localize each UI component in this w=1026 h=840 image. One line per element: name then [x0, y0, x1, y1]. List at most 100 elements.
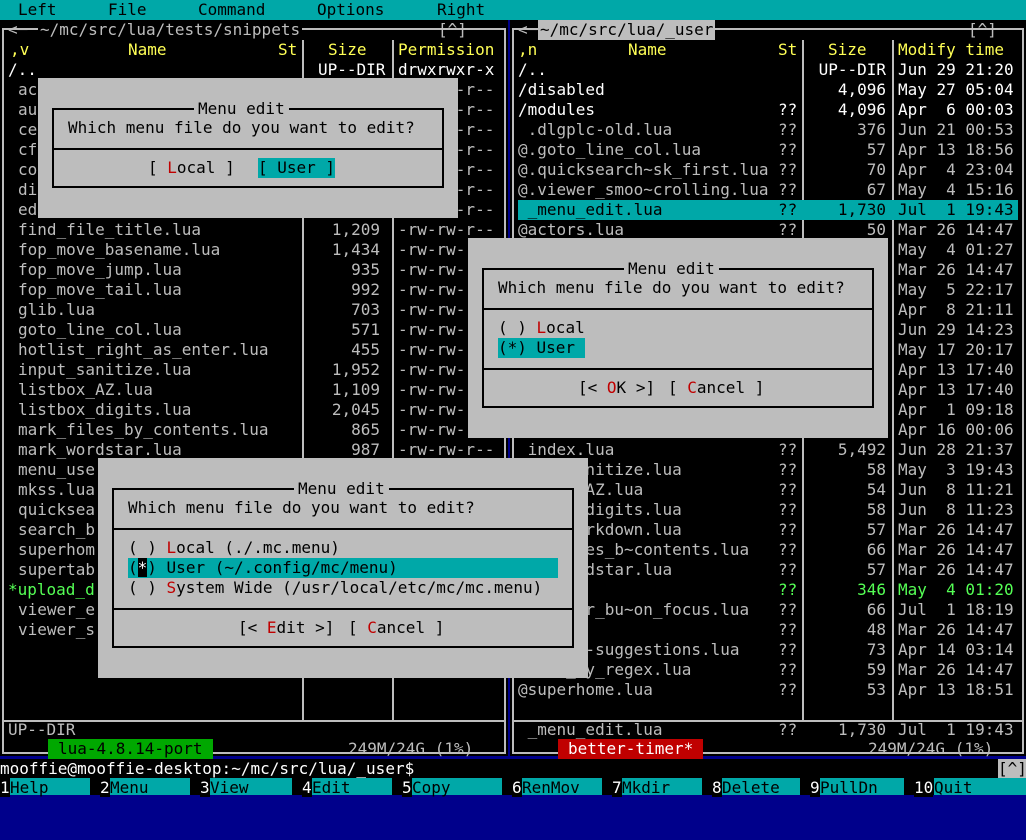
right-file-mtime: Apr 13 18:51: [898, 680, 1014, 699]
right-file-row[interactable]: @.quicksearch~sk_first.lua?? 70 Apr 4 23:0…: [518, 160, 1018, 180]
menu-right[interactable]: Right: [437, 0, 485, 20]
right-panel-arrows[interactable]: <─: [518, 20, 537, 40]
dialog3-radio-local[interactable]: ( ) Local (./.mc.menu): [128, 538, 340, 558]
right-file-row[interactable]: ?? 346 May 4 01:20: [518, 580, 1018, 600]
dialog3-radio-user[interactable]: (*) User (~/.config/mc/menu): [128, 558, 558, 578]
left-sort-indicator[interactable]: ,v: [10, 40, 29, 60]
right-col-st[interactable]: St: [778, 40, 797, 60]
dialog2-ok-button[interactable]: [< OK >]: [578, 378, 655, 398]
menu-left[interactable]: Left: [18, 0, 57, 20]
dialog3-radio-user-close: ): [147, 558, 167, 577]
left-file-name: *upload_d: [8, 580, 95, 599]
dialog2-ok-rest: K >]: [616, 378, 656, 397]
dialog1-local-button[interactable]: [ Local ]: [148, 158, 235, 178]
fkey-view[interactable]: 3 View: [200, 778, 292, 797]
right-file-row[interactable]: markdown.lua?? 57 Mar 26 14:47: [518, 520, 1018, 540]
left-col-name[interactable]: Name: [128, 40, 167, 60]
left-file-row[interactable]: goto_line_col.lua 571 -rw-rw-: [18, 320, 498, 340]
right-file-mtime: Jun 29 14:23: [898, 320, 1014, 339]
dialog3-cancel-pre: [: [348, 618, 368, 637]
dialog1-user-button[interactable]: [ User ]: [258, 158, 336, 178]
right-file-row[interactable]: ua??48Mar 26 14:47: [518, 620, 1018, 640]
dialog2-ok-pre: [<: [578, 378, 607, 397]
left-file-row[interactable]: fop_move_jump.lua 935 -rw-rw-: [18, 260, 498, 280]
right-file-row[interactable]: @actors.lua?? 50 Mar 26 14:47: [518, 220, 1018, 240]
right-file-row[interactable]: /disabled 4,096 May 27 05:04: [518, 80, 1018, 100]
dialog3-cancel-button[interactable]: [ Cancel ]: [348, 618, 444, 638]
right-col-name[interactable]: Name: [628, 40, 667, 60]
right-file-row[interactable]: @.viewer_smoo~crolling.lua?? 67 May 4 15:1…: [518, 180, 1018, 200]
right-col-mtime[interactable]: Modify time: [898, 40, 1004, 60]
left-file-row[interactable]: fop_move_basename.lua 1,434 -rw-rw-: [18, 240, 498, 260]
left-file-name: viewer_s: [18, 620, 96, 639]
left-file-row[interactable]: find_file_title.lua 1,209 -rw-rw-r--: [18, 220, 498, 240]
menu-edit-dialog-small: Menu edit Which menu file do you want to…: [38, 78, 458, 218]
fkey-help[interactable]: 1 Help: [0, 778, 90, 797]
right-file-row[interactable]: iles_b~contents.lua?? 66 Mar 26 14:47: [518, 540, 1018, 560]
left-col-perm[interactable]: Permission: [398, 40, 494, 60]
dialog2-title: Menu edit: [624, 259, 719, 279]
fkey-label: Menu: [110, 778, 190, 797]
right-file-row[interactable]: al-suggestions.lua?? 73 Apr 14 03:14: [518, 640, 1018, 660]
fkey-number: 2: [100, 778, 110, 797]
right-panel-corner[interactable]: [^]: [968, 20, 997, 40]
fkey-quit[interactable]: 10 Quit: [914, 778, 1026, 797]
left-file-row[interactable]: hotlist_right_as_enter.lua 455 -rw-rw-: [18, 340, 498, 360]
dialog3-radio-system[interactable]: ( ) System Wide (/usr/local/etc/mc/mc.me…: [128, 578, 542, 598]
right-file-row[interactable]: @.goto_line_col.lua?? 57 Apr 13 18:56: [518, 140, 1018, 160]
left-file-size: 1,209: [331, 220, 380, 239]
right-file-row[interactable]: _menu_edit.lua?? 1,730 Jul 1 19:43: [518, 200, 1018, 220]
right-file-row[interactable]: sanitize.lua?? 58 May 3 19:43: [518, 460, 1018, 480]
right-file-row[interactable]: index.lua?? 5,492 Jun 28 21:37: [518, 440, 1018, 460]
fkey-renmov[interactable]: 6 RenMov: [512, 778, 602, 797]
right-col-size[interactable]: Size: [828, 40, 867, 60]
fkey-label: View: [210, 778, 292, 797]
left-file-row[interactable]: mark_files_by_contents.lua 865 -rw-rw-: [18, 420, 498, 440]
command-line[interactable]: mooffie@mooffie-desktop:~/mc/src/lua/_us…: [0, 759, 1026, 779]
right-sort-indicator[interactable]: ,n: [518, 40, 537, 60]
right-file-row[interactable]: ordstar.lua?? 57 Mar 26 14:47: [518, 560, 1018, 580]
dialog2-radio-local[interactable]: ( ) Local: [498, 318, 585, 338]
fkey-copy[interactable]: 5 Copy: [402, 778, 502, 797]
left-file-row[interactable]: listbox_AZ.lua 1,109 -rw-rw-: [18, 380, 498, 400]
fkey-pulldn[interactable]: 9 PullDn: [810, 778, 904, 797]
left-file-row[interactable]: listbox_digits.lua 2,045 -rw-rw-: [18, 400, 498, 420]
cmdline-corner[interactable]: [^]: [998, 759, 1026, 779]
right-file-row[interactable]: .dlgplc-old.lua?? 376 Jun 21 00:53: [518, 120, 1018, 140]
left-file-row[interactable]: mark_wordstar.lua 987 -rw-rw-r--: [18, 440, 498, 460]
fkey-number: 1: [0, 778, 10, 797]
dialog3-edit-button[interactable]: [< Edit >]: [238, 618, 334, 638]
left-file-row[interactable]: fop_move_tail.lua 992 -rw-rw-: [18, 280, 498, 300]
right-file-row[interactable]: ser_bu~on_focus.lua?? 66 Jul 1 18:19: [518, 600, 1018, 620]
menu-file[interactable]: File: [108, 0, 147, 20]
left-updir-row[interactable]: /.. UP--DIR drwxrwxr-x: [8, 60, 498, 80]
right-file-row[interactable]: @superhome.lua?? 53 Apr 13 18:51: [518, 680, 1018, 700]
menu-command[interactable]: Command: [198, 0, 265, 20]
left-file-row[interactable]: input_sanitize.lua 1,952 -rw-rw-: [18, 360, 498, 380]
fkey-edit[interactable]: 4 Edit: [302, 778, 392, 797]
left-file-name: ed: [18, 200, 38, 219]
left-panel-corner[interactable]: [^]: [438, 20, 467, 40]
menu-edit-dialog-radio: Menu edit Which menu file do you want to…: [468, 238, 888, 438]
right-file-st: ??: [778, 580, 798, 599]
right-file-st: ??: [778, 500, 798, 519]
left-panel-arrows[interactable]: <─: [8, 20, 27, 40]
left-col-size[interactable]: Size: [328, 40, 367, 60]
right-file-row[interactable]: _by_regex.lua?? 59 Mar 26 14:47: [518, 660, 1018, 680]
right-file-row[interactable]: /.. UP--DIR Jun 29 21:20: [518, 60, 1018, 80]
menu-options[interactable]: Options: [317, 0, 384, 20]
right-file-st: ??: [778, 440, 798, 459]
right-file-row[interactable]: /modules?? 4,096 Apr 6 00:03: [518, 100, 1018, 120]
dialog2-radio-user[interactable]: (*) User: [498, 338, 586, 358]
fkey-delete[interactable]: 8 Delete: [712, 778, 800, 797]
dialog3-edit-rest: dit >]: [276, 618, 335, 637]
fkey-label: Mkdir: [622, 778, 702, 797]
right-file-row[interactable]: x_AZ.lua?? 54 Jun 8 11:21: [518, 480, 1018, 500]
fkey-mkdir[interactable]: 7 Mkdir: [612, 778, 702, 797]
right-file-size: 70: [866, 160, 886, 179]
left-col-st[interactable]: St: [278, 40, 297, 60]
left-file-row[interactable]: glib.lua 703 -rw-rw-: [18, 300, 498, 320]
right-file-row[interactable]: x_digits.lua?? 58 Jun 8 11:23: [518, 500, 1018, 520]
fkey-menu[interactable]: 2 Menu: [100, 778, 190, 797]
dialog2-cancel-button[interactable]: [ Cancel ]: [668, 378, 764, 398]
